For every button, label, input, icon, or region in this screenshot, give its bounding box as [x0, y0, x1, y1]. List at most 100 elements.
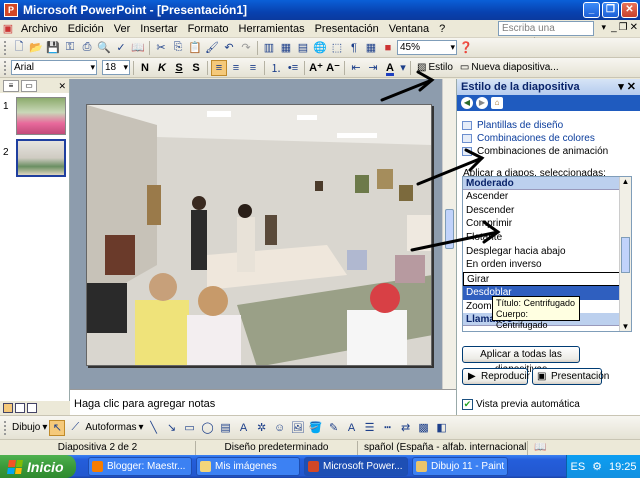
slide-thumbnail-1[interactable]	[16, 97, 66, 135]
scroll-up-icon[interactable]: ▲	[620, 177, 631, 186]
home-icon[interactable]: ⌂	[491, 97, 503, 109]
font-size-select[interactable]: 18	[102, 60, 130, 75]
chevron-down-icon[interactable]: ▾	[601, 22, 606, 33]
menu-ventana[interactable]: Ventana	[384, 23, 434, 35]
back-icon[interactable]: ◀	[461, 97, 473, 109]
taskbar-button-powerpoint[interactable]: Microsoft Power...	[304, 457, 408, 476]
normal-view-button[interactable]	[3, 403, 13, 413]
show-formatting-icon[interactable]: ¶	[346, 40, 362, 56]
clock[interactable]: 19:25	[609, 461, 637, 473]
notes-pane[interactable]: Haga clic para agregar notas	[70, 389, 456, 415]
new-slide-button[interactable]: ▭ Nueva diapositiva...	[457, 62, 562, 73]
design-button[interactable]: ▧ Estilo	[414, 62, 456, 73]
doc-restore-icon[interactable]: ❐	[619, 22, 628, 33]
slide-canvas[interactable]	[86, 104, 432, 366]
permission-icon[interactable]: ⚿	[62, 40, 78, 56]
dash-style-icon[interactable]: ┅	[380, 420, 396, 436]
chevron-down-icon[interactable]: ▾	[139, 422, 144, 433]
wordart-icon[interactable]: A	[236, 420, 252, 436]
new-icon[interactable]: 🗋	[11, 40, 27, 56]
align-left-icon[interactable]: ≡	[211, 59, 227, 76]
increase-font-icon[interactable]: A⁺	[308, 60, 324, 76]
text-color-icon[interactable]: A	[344, 420, 360, 436]
decrease-font-icon[interactable]: A⁻	[325, 60, 341, 76]
menu-insertar[interactable]: Insertar	[135, 23, 182, 35]
diagram-icon[interactable]: ✲	[254, 420, 270, 436]
menu-formato[interactable]: Formato	[183, 23, 234, 35]
list-item[interactable]: Ascender	[463, 190, 631, 204]
slides-tab[interactable]: ▭	[21, 80, 37, 92]
slideshow-button[interactable]: ▣ Presentación	[532, 368, 609, 385]
language-indicator[interactable]: ES	[570, 461, 585, 473]
underline-button[interactable]: S	[171, 60, 187, 76]
select-pointer-icon[interactable]: ↖	[49, 419, 66, 436]
arrow-style-icon[interactable]: ⇄	[398, 420, 414, 436]
chart-icon[interactable]: ▥	[261, 40, 277, 56]
expand-icon[interactable]: ⬚	[329, 40, 345, 56]
list-item[interactable]: Girar	[463, 272, 631, 286]
picture-icon[interactable]: 🖼	[290, 420, 306, 436]
slide-thumbnail-2[interactable]	[16, 139, 66, 177]
vertical-scrollbar[interactable]	[442, 79, 456, 389]
paste-icon[interactable]: 📋	[187, 40, 203, 56]
grid-icon[interactable]: ▦	[363, 40, 379, 56]
clipart-icon[interactable]: ☺	[272, 420, 288, 436]
autoshapes-menu[interactable]: Autoformas	[85, 422, 136, 433]
close-icon[interactable]: ✕	[58, 81, 66, 92]
doc-minimize-icon[interactable]: _	[611, 22, 617, 33]
doc-close-icon[interactable]: ✕	[630, 22, 638, 33]
zoom-select[interactable]: 45%	[397, 40, 457, 55]
menu-presentacion[interactable]: Presentación	[310, 23, 384, 35]
redo-icon[interactable]: ↷	[238, 40, 254, 56]
table-icon[interactable]: ▦	[278, 40, 294, 56]
apply-all-button[interactable]: Aplicar a todas las diapositivas	[462, 346, 580, 375]
list-item[interactable]: Desplegar hacia abajo	[463, 245, 631, 259]
forward-icon[interactable]: ▶	[476, 97, 488, 109]
spelling-icon[interactable]: ✓	[113, 40, 129, 56]
autopreview-option[interactable]: ✔ Vista previa automática	[462, 399, 580, 410]
line-icon[interactable]: ╲	[146, 420, 162, 436]
ask-question-input[interactable]: Escriba una pregunta	[498, 21, 594, 47]
close-button[interactable]: ✕	[621, 2, 638, 18]
draw-menu[interactable]: Dibujo	[12, 422, 40, 433]
arrow-icon[interactable]: ↘	[164, 420, 180, 436]
list-item[interactable]: Comprimir	[463, 217, 631, 231]
font-color-icon[interactable]: A	[382, 60, 398, 76]
help-icon[interactable]: ❓	[458, 40, 474, 56]
fill-color-icon[interactable]: 🪣	[308, 420, 324, 436]
autopreview-checkbox[interactable]: ✔	[462, 399, 473, 410]
list-item[interactable]: Flotante	[463, 231, 631, 245]
menu-archivo[interactable]: Archivo	[16, 23, 63, 35]
format-painter-icon[interactable]: 🖌	[204, 40, 220, 56]
align-center-icon[interactable]: ≡	[228, 60, 244, 76]
font-select[interactable]: Arial	[11, 60, 97, 75]
open-icon[interactable]: 📂	[28, 40, 44, 56]
print-preview-icon[interactable]: 🔍	[96, 40, 112, 56]
increase-indent-icon[interactable]: ⇥	[365, 60, 381, 76]
menu-ver[interactable]: Ver	[109, 23, 136, 35]
design-templates-link[interactable]: Plantillas de diseño	[457, 119, 640, 132]
rectangle-icon[interactable]: ▭	[182, 420, 198, 436]
textbox-icon[interactable]: ▤	[218, 420, 234, 436]
scroll-down-icon[interactable]: ▼	[620, 322, 631, 331]
shadow-button[interactable]: S	[188, 60, 204, 76]
line-color-icon[interactable]: ✎	[326, 420, 342, 436]
menu-edicion[interactable]: Edición	[63, 23, 109, 35]
save-icon[interactable]: 💾	[45, 40, 61, 56]
animation-schemes-link[interactable]: Combinaciones de animación	[457, 145, 640, 158]
italic-button[interactable]: K	[154, 60, 170, 76]
color-schemes-link[interactable]: Combinaciones de colores	[457, 132, 640, 145]
list-scrollbar[interactable]: ▲ ▼	[619, 177, 631, 331]
research-icon[interactable]: 📖	[130, 40, 146, 56]
cut-icon[interactable]: ✂	[153, 40, 169, 56]
network-icon[interactable]: ⚙	[592, 460, 602, 473]
play-button[interactable]: ▶ Reproducir	[462, 368, 530, 385]
bold-button[interactable]: N	[137, 60, 153, 76]
minimize-button[interactable]: _	[583, 2, 600, 18]
list-item[interactable]: En orden inverso	[463, 258, 631, 272]
line-style-icon[interactable]: ☰	[362, 420, 378, 436]
taskbar-button-paint[interactable]: Dibujo 11 - Paint	[412, 457, 508, 476]
outline-tab[interactable]: ≡	[3, 80, 19, 92]
decrease-indent-icon[interactable]: ⇤	[348, 60, 364, 76]
tables-borders-icon[interactable]: ▤	[295, 40, 311, 56]
